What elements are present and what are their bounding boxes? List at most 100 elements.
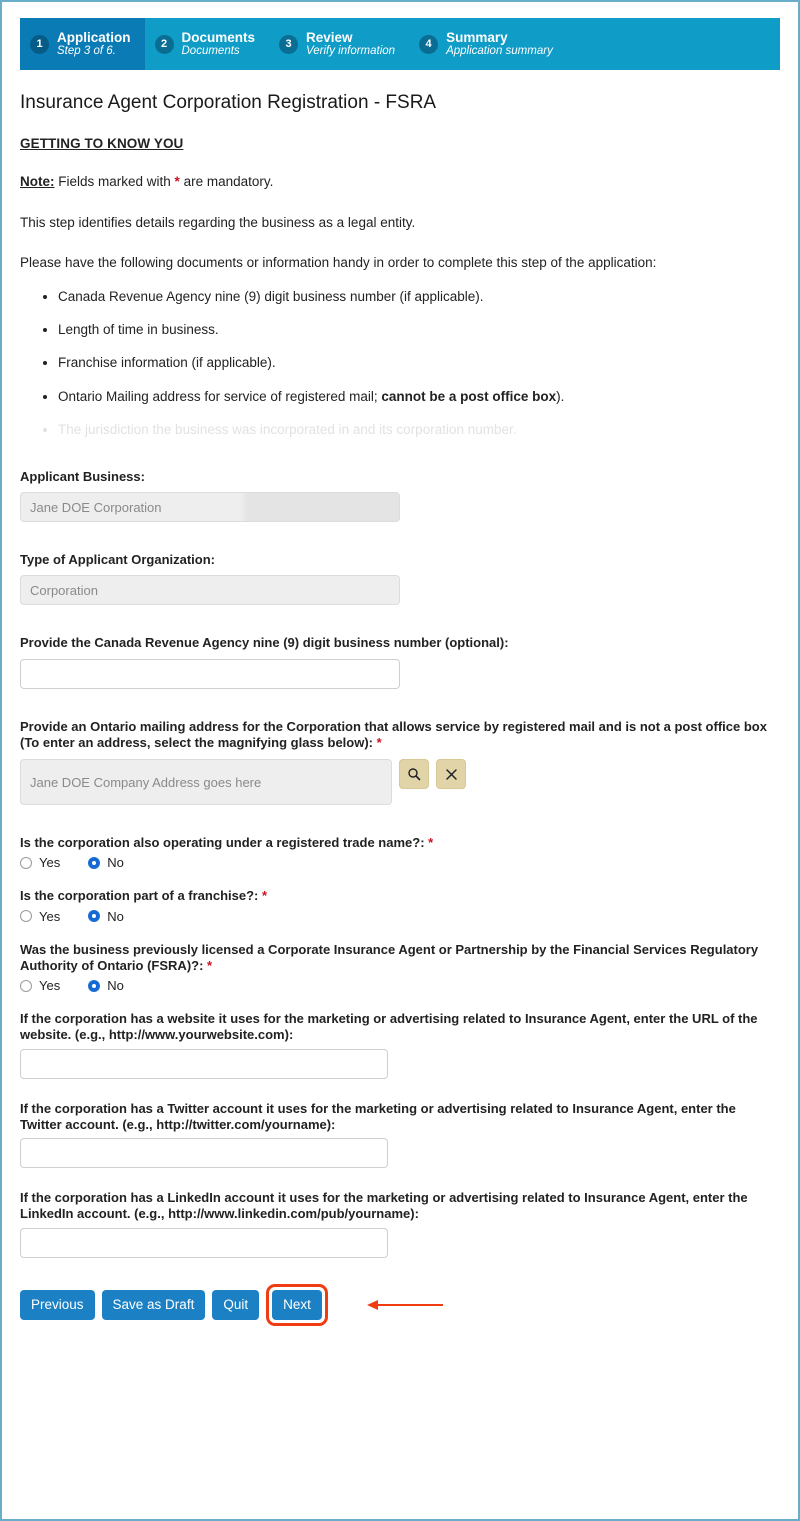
trade-name-radio-yes[interactable]: Yes xyxy=(20,855,60,870)
previous-button[interactable]: Previous xyxy=(20,1289,95,1320)
page-title: Insurance Agent Corporation Registration… xyxy=(20,92,437,113)
step-subtitle-1: Step 3 of 6. xyxy=(57,45,116,58)
step-title-4: Summary xyxy=(446,30,508,45)
mandatory-note: Note: Fields marked with * are mandatory… xyxy=(20,173,780,192)
website-input[interactable] xyxy=(20,1048,388,1079)
list-item: Ontario Mailing address for service of r… xyxy=(58,388,780,406)
step-number-badge-2: 2 xyxy=(154,34,174,54)
list-item: Franchise information (if applicable). xyxy=(58,354,780,372)
mailing-address-row xyxy=(20,759,780,806)
step-text-1: Application Step 3 of 6. xyxy=(57,30,131,58)
bullet-bold: cannot be a post office box xyxy=(381,388,557,404)
step-number-badge-4: 4 xyxy=(419,34,439,54)
applicant-business-label: Applicant Business: xyxy=(20,468,145,484)
field-franchise-question: Is the corporation part of a franchise?:… xyxy=(20,888,780,924)
field-organization-type: Type of Applicant Organization: xyxy=(20,552,780,606)
clear-address-button[interactable] xyxy=(436,759,466,790)
previously-licensed-radio-yes[interactable]: Yes xyxy=(20,978,60,993)
previously-licensed-required-asterisk: * xyxy=(207,957,213,973)
franchise-question-text: Is the corporation part of a franchise?: xyxy=(20,888,262,904)
step-text-3: Review Verify information xyxy=(306,30,395,58)
list-item: Length of time in business. xyxy=(58,321,780,339)
radio-indicator xyxy=(20,856,32,869)
field-trade-name-question: Is the corporation also operating under … xyxy=(20,835,780,870)
previously-licensed-radio-no[interactable]: No xyxy=(88,978,124,993)
mailing-address-input[interactable] xyxy=(20,759,392,806)
radio-indicator xyxy=(20,910,32,923)
radio-label: No xyxy=(107,978,124,994)
wizard-step-application[interactable]: 1 Application Step 3 of 6. xyxy=(20,18,145,70)
main-content: Insurance Agent Corporation Registration… xyxy=(2,92,798,1326)
next-button[interactable]: Next xyxy=(272,1289,322,1320)
radio-label: Yes xyxy=(39,978,61,994)
note-text-after: are mandatory. xyxy=(179,174,274,189)
note-text-before: Fields marked with xyxy=(54,174,175,189)
bullet-prefix: Ontario Mailing address for service of r… xyxy=(58,388,382,404)
step-title-2: Documents xyxy=(181,30,256,45)
bullet-suffix: ). xyxy=(556,388,565,404)
trade-name-question-text: Is the corporation also operating under … xyxy=(20,835,429,851)
magnifying-glass-icon xyxy=(408,768,421,781)
step-number-badge-1: 1 xyxy=(30,34,49,54)
radio-indicator xyxy=(88,979,101,992)
radio-label: No xyxy=(107,908,124,924)
wizard-step-review[interactable]: 3 Review Verify information xyxy=(269,18,410,70)
field-applicant-business: Applicant Business: xyxy=(20,468,780,523)
applicant-business-input xyxy=(20,492,400,523)
twitter-input[interactable] xyxy=(20,1138,388,1169)
field-website: If the corporation has a website it uses… xyxy=(20,1011,780,1079)
linkedin-label: If the corporation has a LinkedIn accoun… xyxy=(20,1190,748,1222)
mailing-address-label: Provide an Ontario mailing address for t… xyxy=(20,719,780,752)
step-number-badge-3: 3 xyxy=(279,34,299,54)
twitter-label: If the corporation has a Twitter account… xyxy=(20,1100,736,1132)
cra-number-input[interactable] xyxy=(20,658,400,689)
website-label: If the corporation has a website it uses… xyxy=(20,1011,758,1043)
organization-type-label: Type of Applicant Organization: xyxy=(20,552,215,568)
application-page: 1 Application Step 3 of 6. 2 Documents D… xyxy=(0,0,800,1521)
franchise-required-asterisk: * xyxy=(261,888,268,904)
trade-name-question-label: Is the corporation also operating under … xyxy=(20,835,780,851)
step-title-1: Application xyxy=(57,30,131,45)
previously-licensed-question-text: Was the business previously licensed a C… xyxy=(20,941,759,973)
cra-number-label: Provide the Canada Revenue Agency nine (… xyxy=(20,635,509,651)
requirements-list: Canada Revenue Agency nine (9) digit bus… xyxy=(20,288,780,439)
step-text-2: Documents Documents xyxy=(182,30,256,58)
intro-paragraph: This step identifies details regarding t… xyxy=(20,214,416,230)
franchise-radio-yes[interactable]: Yes xyxy=(20,909,60,924)
arrow-left-icon xyxy=(366,1299,443,1310)
field-previously-licensed-question: Was the business previously licensed a C… xyxy=(20,942,780,993)
wizard-step-documents[interactable]: 2 Documents Documents xyxy=(144,18,270,70)
step-text-4: Summary Application summary xyxy=(446,30,553,58)
close-x-icon xyxy=(445,768,457,780)
wizard-step-summary[interactable]: 4 Summary Application summary xyxy=(409,18,567,70)
list-item: Canada Revenue Agency nine (9) digit bus… xyxy=(58,288,780,306)
step-title-3: Review xyxy=(306,30,353,45)
radio-indicator xyxy=(20,979,32,992)
step-wizard: 1 Application Step 3 of 6. 2 Documents D… xyxy=(20,18,780,70)
form-action-buttons: Previous Save as Draft Quit Next xyxy=(20,1283,780,1326)
annotation-arrow xyxy=(365,1290,445,1320)
previously-licensed-radio-group: Yes No xyxy=(20,978,780,993)
field-cra-number: Provide the Canada Revenue Agency nine (… xyxy=(20,635,780,689)
organization-type-input xyxy=(20,575,400,606)
trade-name-radio-group: Yes No xyxy=(20,855,780,870)
mailing-address-label-text: Provide an Ontario mailing address for t… xyxy=(20,718,767,750)
field-twitter: If the corporation has a Twitter account… xyxy=(20,1101,780,1169)
trade-name-radio-no[interactable]: No xyxy=(88,855,124,870)
quit-button[interactable]: Quit xyxy=(212,1289,260,1320)
mailing-address-required-asterisk: * xyxy=(376,734,382,750)
note-label: Note: xyxy=(20,174,55,189)
linkedin-input[interactable] xyxy=(20,1227,388,1258)
radio-indicator xyxy=(88,856,101,869)
save-as-draft-button[interactable]: Save as Draft xyxy=(101,1289,206,1320)
radio-indicator xyxy=(88,910,101,923)
list-item-faded: The jurisdiction the business was incorp… xyxy=(58,421,780,439)
step-subtitle-3: Verify information xyxy=(306,45,396,58)
franchise-radio-no[interactable]: No xyxy=(88,909,124,924)
trade-name-required-asterisk: * xyxy=(428,835,434,851)
radio-label: Yes xyxy=(39,908,61,924)
next-button-annotation-highlight: Next xyxy=(266,1283,328,1326)
field-linkedin: If the corporation has a LinkedIn accoun… xyxy=(20,1190,780,1258)
magnifying-glass-icon-button[interactable] xyxy=(399,759,429,790)
previously-licensed-question-label: Was the business previously licensed a C… xyxy=(20,942,780,975)
